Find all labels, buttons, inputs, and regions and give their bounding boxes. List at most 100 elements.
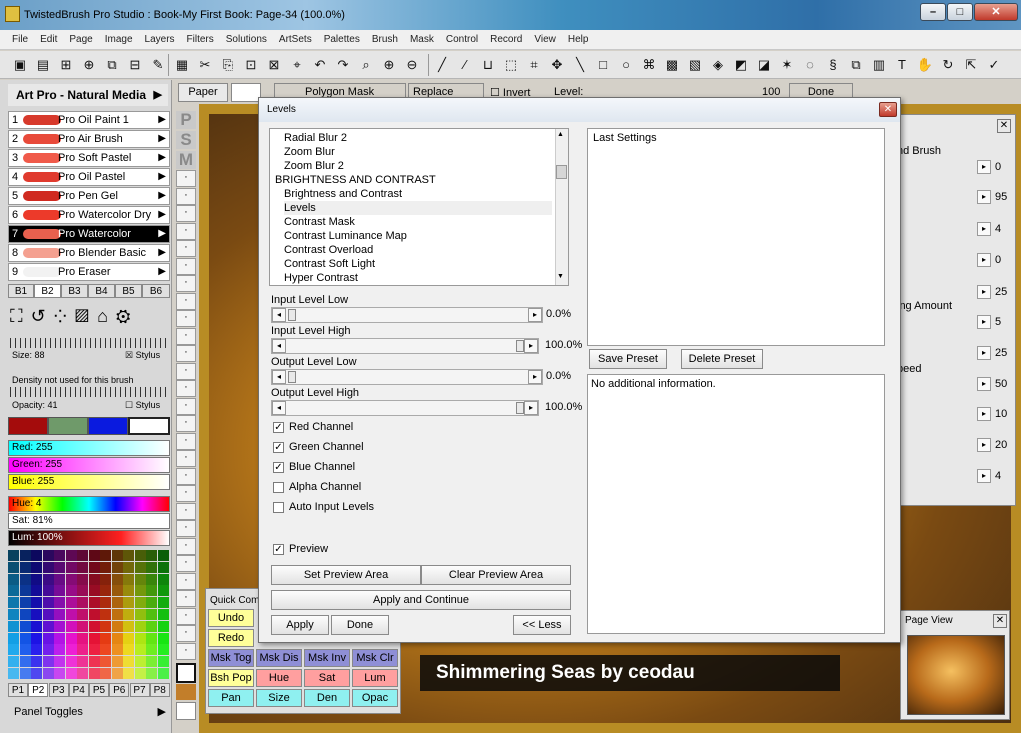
right-stepper[interactable]: ▸ <box>977 407 991 421</box>
minimize-button[interactable]: – <box>920 3 946 21</box>
palette-color[interactable] <box>146 632 157 644</box>
palette-color[interactable] <box>42 644 54 656</box>
palette-color[interactable] <box>54 644 65 656</box>
palette-color[interactable] <box>8 656 19 668</box>
rectangle-icon[interactable]: □ <box>593 55 613 75</box>
palette-color[interactable] <box>42 668 54 679</box>
palette-color[interactable] <box>146 644 157 656</box>
palette-color[interactable] <box>134 550 146 561</box>
slider-left-icon[interactable]: ◂ <box>272 308 286 322</box>
scroll-down-icon[interactable]: ▼ <box>557 273 564 280</box>
close-icon[interactable]: ✕ <box>993 614 1007 628</box>
quick-command-button[interactable]: Size <box>256 689 302 707</box>
brush-tab-b3[interactable]: B3 <box>61 284 88 298</box>
palette-color[interactable] <box>111 632 123 644</box>
palette-color[interactable] <box>77 597 88 609</box>
paper-preview[interactable] <box>231 83 261 102</box>
palette-color[interactable] <box>134 597 146 609</box>
palette-color[interactable] <box>88 585 100 597</box>
palette-color[interactable] <box>54 620 65 632</box>
palette-color[interactable] <box>19 644 31 656</box>
redo-icon[interactable]: ↷ <box>333 55 353 75</box>
brush-item[interactable]: 2 Pro Air Brush ▶ <box>8 130 170 148</box>
slider-left-icon[interactable]: ◂ <box>272 370 286 384</box>
palette-color[interactable] <box>157 561 169 573</box>
palette-color[interactable] <box>100 632 111 644</box>
palette-tab[interactable]: P8 <box>149 683 170 697</box>
menu-page[interactable]: Page <box>63 30 98 50</box>
palette-color[interactable] <box>157 656 169 668</box>
close-icon[interactable]: ✕ <box>997 119 1011 133</box>
palette-color[interactable] <box>134 632 146 644</box>
palette-color[interactable] <box>54 632 65 644</box>
filter-item[interactable]: Levels <box>284 201 552 215</box>
palette-color[interactable] <box>31 656 42 668</box>
palette-color[interactable] <box>146 668 157 679</box>
palette-color[interactable] <box>42 620 54 632</box>
quick-slot[interactable]: · <box>176 310 196 327</box>
quick-command-button[interactable]: Msk Tog <box>208 649 254 667</box>
palette-color[interactable] <box>111 656 123 668</box>
transform-icon[interactable]: ⇱ <box>961 55 981 75</box>
palette-color[interactable] <box>134 573 146 585</box>
texture-icon[interactable]: ▩ <box>662 55 682 75</box>
apply-and-continue-button[interactable]: Apply and Continue <box>271 590 571 610</box>
psm-m[interactable]: M <box>176 151 196 169</box>
right-stepper[interactable]: ▸ <box>977 315 991 329</box>
quick-slot[interactable]: · <box>176 450 196 467</box>
slider-thumb[interactable] <box>288 309 296 321</box>
palette-color[interactable] <box>146 609 157 620</box>
brush-reload-icon[interactable]: ↺ <box>31 306 54 326</box>
brush-item[interactable]: 6 Pro Watercolor Dry ▶ <box>8 206 170 224</box>
palette-color[interactable] <box>65 656 77 668</box>
right-stepper[interactable]: ▸ <box>977 346 991 360</box>
copy-page-icon[interactable]: ⧉ <box>102 55 122 75</box>
palette-color[interactable] <box>111 609 123 620</box>
color-swatch-red[interactable] <box>8 417 48 435</box>
right-stepper[interactable]: ▸ <box>977 222 991 236</box>
palette-color[interactable] <box>157 597 169 609</box>
palette-color[interactable] <box>77 561 88 573</box>
palette-color[interactable] <box>19 632 31 644</box>
smudge-icon[interactable]: ◌ <box>800 55 820 75</box>
palette-color[interactable] <box>8 609 19 620</box>
palette-color[interactable] <box>157 632 169 644</box>
brush-item[interactable]: 4 Pro Oil Pastel ▶ <box>8 168 170 186</box>
palette-color[interactable] <box>100 585 111 597</box>
filter-item[interactable]: Contrast Luminance Map <box>284 229 407 243</box>
red-slider[interactable]: Red: 255 <box>8 440 170 456</box>
brush-item[interactable]: 7 Pro Watercolor ▶ <box>8 225 170 243</box>
palette-color[interactable] <box>111 550 123 561</box>
clear-preview-area-button[interactable]: Clear Preview Area <box>421 565 571 585</box>
palette-color[interactable] <box>134 656 146 668</box>
green-slider[interactable]: Green: 255 <box>8 457 170 473</box>
palette-color[interactable] <box>111 644 123 656</box>
psm-p[interactable]: P <box>176 111 196 129</box>
palette-color[interactable] <box>54 561 65 573</box>
palette-color[interactable] <box>146 550 157 561</box>
palette-color[interactable] <box>88 550 100 561</box>
filter-item[interactable]: Radial Blur 2 <box>284 131 347 145</box>
palette-color[interactable] <box>8 644 19 656</box>
palette-color[interactable] <box>8 597 19 609</box>
quick-slot[interactable]: · <box>176 275 196 292</box>
quick-command-button[interactable]: Redo <box>208 629 254 647</box>
text-icon[interactable]: T <box>892 55 912 75</box>
active-color-box[interactable] <box>176 663 196 683</box>
quick-command-button[interactable]: Msk Inv <box>304 649 350 667</box>
palette-color[interactable] <box>88 644 100 656</box>
brush-item[interactable]: 3 Pro Soft Pastel ▶ <box>8 149 170 167</box>
palette-color[interactable] <box>19 656 31 668</box>
palette-color[interactable] <box>77 585 88 597</box>
slider-right-icon[interactable]: ▸ <box>528 308 542 322</box>
quick-slot[interactable]: · <box>176 205 196 222</box>
palette-color[interactable] <box>31 620 42 632</box>
right-stepper[interactable]: ▸ <box>977 469 991 483</box>
palette-color[interactable] <box>54 585 65 597</box>
layer-thumbnail[interactable] <box>176 684 196 700</box>
brush-tab-b4[interactable]: B4 <box>88 284 115 298</box>
palette-color[interactable] <box>31 609 42 620</box>
palette-color[interactable] <box>134 668 146 679</box>
quick-slot[interactable]: · <box>176 327 196 345</box>
filter-item[interactable]: Zoom Blur <box>284 145 335 159</box>
